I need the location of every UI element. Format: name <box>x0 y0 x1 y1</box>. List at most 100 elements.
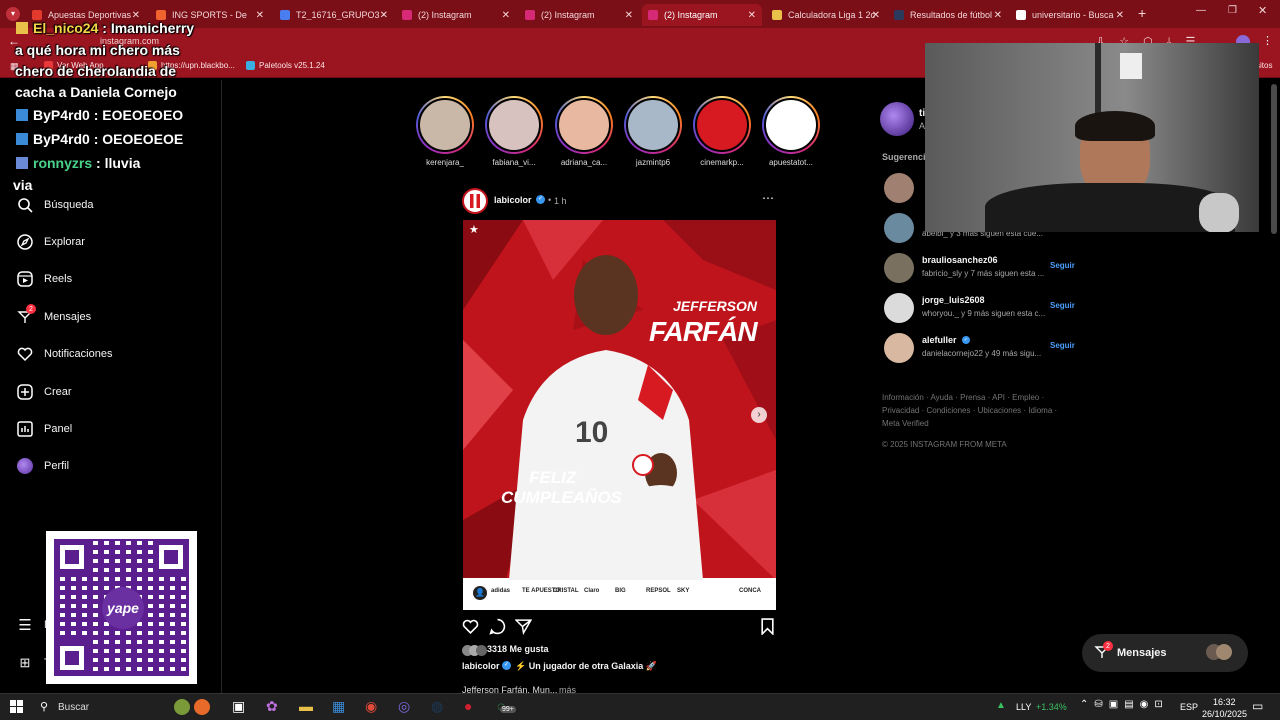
tagged-people-icon[interactable]: 👤 <box>473 586 487 600</box>
story-item[interactable]: adriana_ca... <box>555 96 613 167</box>
stock-ticker[interactable]: LLY <box>1016 702 1031 712</box>
story-item[interactable]: kerenjara_ <box>416 96 474 167</box>
copilot-icon[interactable]: ✿ <box>266 698 278 715</box>
comment-icon[interactable] <box>489 618 506 640</box>
windows-start-icon[interactable] <box>10 700 23 713</box>
browser-tab[interactable]: (2) Instagram ✕ <box>519 4 639 26</box>
nav-create[interactable]: Crear <box>16 383 72 401</box>
story-item[interactable]: cinemarkp... <box>693 96 751 167</box>
share-icon[interactable] <box>514 618 533 640</box>
tab-label: Apuestas Deportivas <box>48 10 132 20</box>
bookmark-2[interactable]: Paletools v25.1.24 <box>246 61 325 70</box>
suggestion-avatar[interactable] <box>884 253 914 283</box>
nav-explore[interactable]: Explorar <box>16 233 85 251</box>
tab-close-icon[interactable]: ✕ <box>994 10 1002 21</box>
nav-notifications[interactable]: Notificaciones <box>16 345 112 363</box>
taskbar-search-placeholder: Buscar <box>58 702 90 713</box>
next-slide-button[interactable]: › <box>751 407 767 423</box>
footer-line-3[interactable]: Meta Verified <box>882 417 1057 430</box>
discord-icon[interactable]: ◎ <box>398 698 410 715</box>
follow-button[interactable]: Seguir <box>1050 341 1075 350</box>
language-indicator[interactable]: ESP <box>1180 702 1198 712</box>
tab-close-icon[interactable]: ✕ <box>872 10 880 21</box>
notification-icon[interactable]: ▭ <box>1252 699 1263 713</box>
follow-button[interactable]: Seguir <box>1050 261 1075 270</box>
nav-messages[interactable]: 2 Mensajes <box>16 304 91 326</box>
taskbar-date[interactable]: 26/10/2025 <box>1202 709 1247 719</box>
story-item[interactable]: apuestatot... <box>762 96 820 167</box>
browser-tab[interactable]: universitario - Busca ✕ <box>1010 4 1130 26</box>
caption-username[interactable]: labicolor <box>462 661 500 671</box>
post-author-username[interactable]: labicolor <box>494 195 532 205</box>
suggestion-username[interactable]: jorge_luis2608 <box>922 295 985 305</box>
messages-pill-button[interactable]: 2 Mensajes <box>1082 634 1248 672</box>
tab-favicon-icon <box>1016 10 1026 20</box>
suggestion-row[interactable]: alefuller danielacornejo22 y 49 más sigu.… <box>884 333 1084 363</box>
story-avatar <box>764 98 818 152</box>
follow-button[interactable]: Seguir <box>1050 301 1075 310</box>
tab-close-icon[interactable]: ✕ <box>132 10 140 21</box>
browser-tab[interactable]: (2) Instagram ✕ <box>396 4 516 26</box>
store-icon[interactable]: ▦ <box>332 698 345 715</box>
taskbar-time[interactable]: 16:32 <box>1213 697 1236 707</box>
browser-tab[interactable]: (2) Instagram ✕ <box>642 4 762 26</box>
footer-line-2[interactable]: Privacidad · Condiciones · Ubicaciones ·… <box>882 404 1057 417</box>
current-user-avatar[interactable] <box>880 102 914 136</box>
suggestion-avatar[interactable] <box>884 333 914 363</box>
app-icon[interactable]: ● <box>464 698 472 714</box>
stock-change[interactable]: +1.34% <box>1036 702 1067 712</box>
like-heart-icon[interactable] <box>462 618 479 640</box>
post-options-icon[interactable]: ⋯ <box>762 191 774 205</box>
wall-poster <box>1120 53 1142 79</box>
browser-tab[interactable]: Resultados de fútbol ✕ <box>888 4 1008 26</box>
new-tab-button[interactable]: + <box>1138 5 1146 21</box>
likes-avatars <box>462 643 487 661</box>
chat-username[interactable]: ByP4rd0 <box>33 131 90 147</box>
task-view-icon[interactable]: ▣ <box>232 698 245 715</box>
chat-username[interactable]: ronnyzrs <box>33 155 92 171</box>
footer-line-1[interactable]: Información · Ayuda · Prensa · API · Emp… <box>882 391 1057 404</box>
system-tray-icons[interactable]: ⌃⛁▣▤◉⊡ <box>1080 699 1169 710</box>
story-item[interactable]: jazmintp6 <box>624 96 682 167</box>
nav-profile[interactable]: Perfil <box>16 457 69 475</box>
tab-close-icon[interactable]: ✕ <box>256 10 264 21</box>
likes-count[interactable]: 3318 Me gusta <box>487 644 549 654</box>
close-window-button[interactable]: ✕ <box>1258 4 1267 17</box>
chat-username[interactable]: El_nico24 <box>33 20 98 36</box>
suggestion-username[interactable]: alefuller <box>922 335 957 345</box>
story-item[interactable]: fabiana_vi... <box>485 96 543 167</box>
bookmark-icon[interactable] <box>760 618 775 640</box>
suggestion-avatar[interactable] <box>884 213 914 243</box>
tab-favicon-icon <box>280 10 290 20</box>
maximize-button[interactable]: ❐ <box>1228 5 1237 16</box>
tab-close-icon[interactable]: ✕ <box>502 10 510 21</box>
browser-tab[interactable]: T2_16716_GRUPO3 - ✕ <box>274 4 394 26</box>
nav-search[interactable]: Búsqueda <box>16 196 94 214</box>
post-image[interactable]: ★ JEFFERSON FARFÁN 10 FELIZ CUMPLEAÑOS ›… <box>463 220 776 610</box>
nav-reels[interactable]: Reels <box>16 270 72 288</box>
suggestion-row[interactable]: brauliosanchez06 fabricio_sly y 7 más sig… <box>884 253 1084 283</box>
tab-close-icon[interactable]: ✕ <box>748 10 756 21</box>
file-explorer-icon[interactable]: ▬ <box>299 698 313 714</box>
tab-close-icon[interactable]: ✕ <box>380 10 388 21</box>
chat-username[interactable]: ByP4rd0 <box>33 107 90 123</box>
browser-menu-icon[interactable]: ▾ <box>6 7 20 21</box>
taskbar-search[interactable]: ⚲ Buscar <box>34 697 220 717</box>
windows-taskbar: ⚲ Buscar ▣✿▬▦◉◎◍●◌99+ ▲ LLY +1.34% ⌃⛁▣▤◉… <box>0 693 1280 720</box>
suggestion-avatar[interactable] <box>884 293 914 323</box>
tab-close-icon[interactable]: ✕ <box>1116 10 1124 21</box>
heart-icon <box>16 345 34 363</box>
suggestion-row[interactable]: jorge_luis2608 whoryou._ y 9 más siguen e… <box>884 293 1084 323</box>
chrome-icon[interactable]: ◉ <box>365 698 377 715</box>
more-menu-icon[interactable]: ⋮ <box>1262 34 1273 47</box>
page-scrollbar[interactable] <box>1271 84 1277 234</box>
suggestion-username[interactable]: brauliosanchez06 <box>922 255 998 265</box>
tab-close-icon[interactable]: ✕ <box>625 10 633 21</box>
suggestion-avatar[interactable] <box>884 173 914 203</box>
nav-dashboard[interactable]: Panel <box>16 420 72 438</box>
save-collection-star-icon[interactable]: ★ <box>469 223 479 236</box>
browser-tab[interactable]: Calculadora Liga 1 2c ✕ <box>766 4 886 26</box>
minimize-button[interactable]: — <box>1196 5 1206 16</box>
steam-icon[interactable]: ◍ <box>431 698 443 715</box>
post-author-avatar[interactable] <box>462 188 488 214</box>
